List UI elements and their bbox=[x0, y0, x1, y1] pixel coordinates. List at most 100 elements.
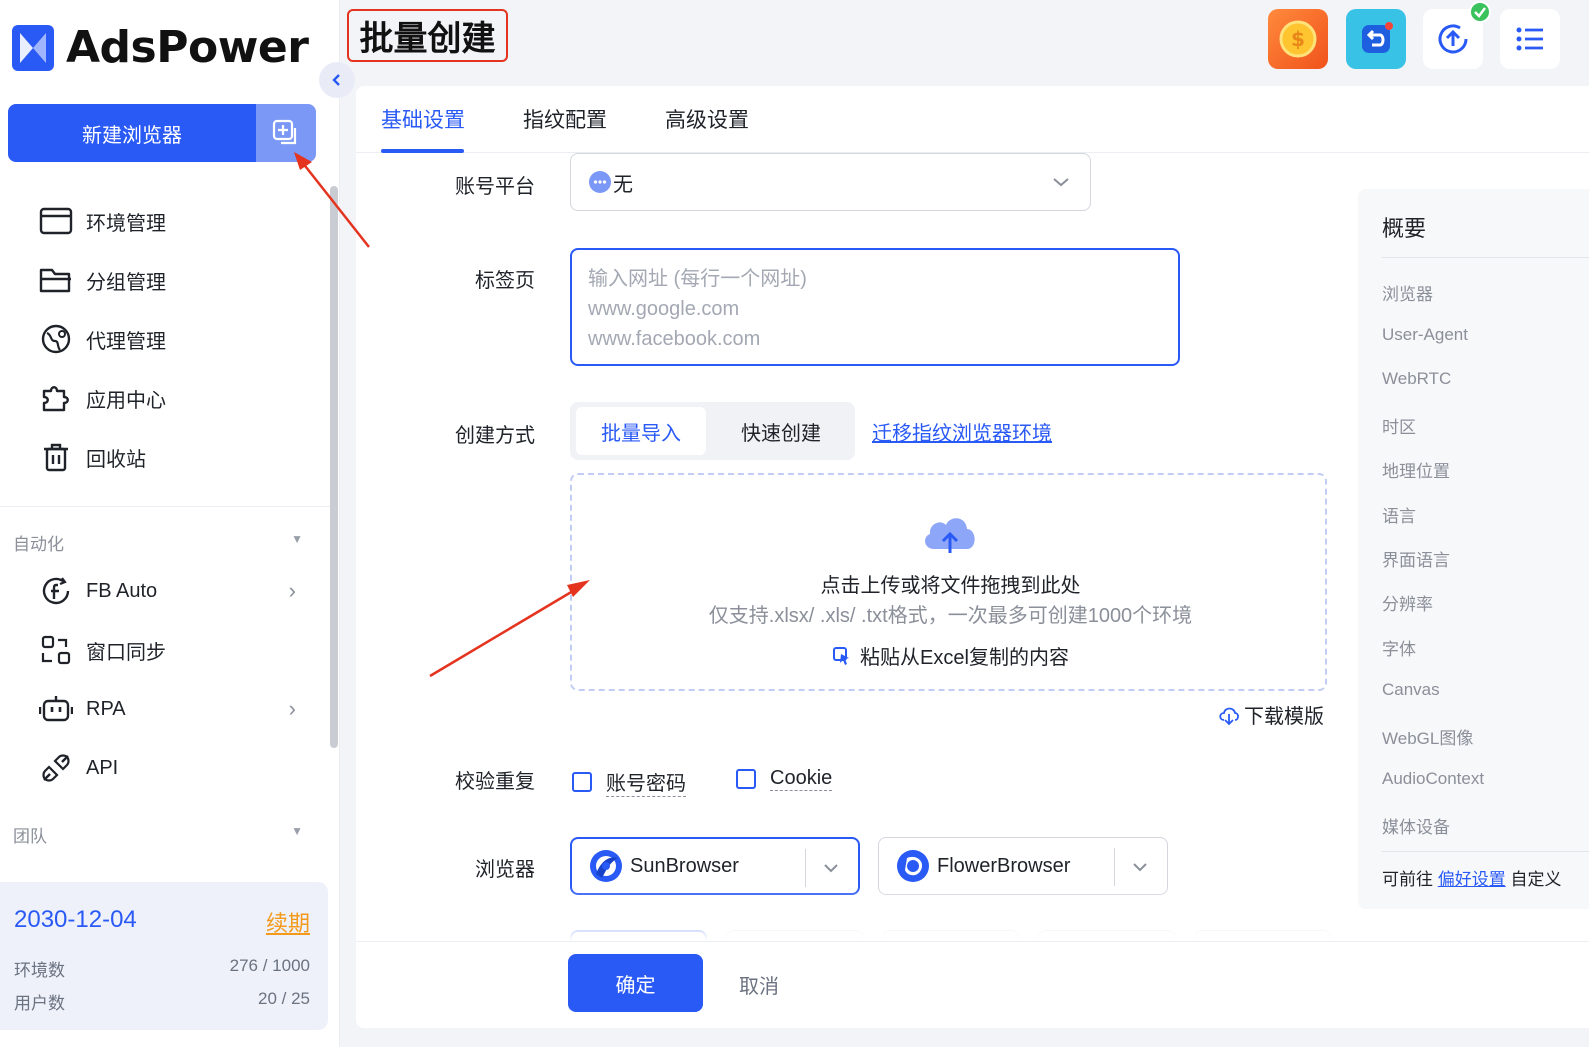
form-footer: 确定 取消 bbox=[356, 941, 1589, 1028]
dedupe-account-checkbox[interactable]: 账号密码 bbox=[572, 767, 686, 797]
chevron-right-icon: › bbox=[288, 578, 296, 603]
sidebar-item-label: 分组管理 bbox=[86, 271, 166, 294]
summary-item: 界面语言 bbox=[1382, 551, 1450, 570]
user-count-value: 20 / 25 bbox=[258, 989, 310, 1008]
team-section-title: 团队 bbox=[13, 827, 47, 846]
flowerbrowser-icon bbox=[897, 850, 929, 882]
plan-expiry-date: 2030-12-04 bbox=[14, 906, 137, 933]
summary-item: Canvas bbox=[1382, 680, 1440, 699]
more-dots-icon bbox=[589, 171, 611, 193]
checkbox-box[interactable] bbox=[736, 769, 756, 789]
rewards-button[interactable]: $ bbox=[1268, 9, 1328, 69]
user-count-label: 用户数 bbox=[14, 994, 65, 1013]
summary-item: 字体 bbox=[1382, 640, 1416, 659]
collapse-sidebar-button[interactable] bbox=[319, 62, 355, 98]
sidebar-item-label: 回收站 bbox=[86, 448, 146, 471]
paste-excel-label: 粘贴从Excel复制的内容 bbox=[860, 647, 1069, 669]
sidebar-scrollbar[interactable] bbox=[330, 186, 338, 748]
summary-item: 媒体设备 bbox=[1382, 818, 1450, 837]
sidebar-divider bbox=[0, 506, 330, 507]
sidebar-item-trash[interactable]: 回收站 bbox=[38, 432, 318, 482]
sidebar-item-api[interactable]: API bbox=[38, 743, 318, 793]
migrate-link[interactable]: 迁移指纹浏览器环境 bbox=[872, 417, 1052, 446]
tabs-label: 标签页 bbox=[475, 270, 535, 292]
upload-dropzone[interactable]: 点击上传或将文件拖拽到此处 仅支持.xlsx/ .xls/ .txt格式，一次最… bbox=[570, 473, 1327, 691]
sync-app-button[interactable] bbox=[1346, 9, 1406, 69]
chevron-down-icon[interactable] bbox=[822, 853, 840, 883]
mode-batch-import[interactable]: 批量导入 bbox=[576, 407, 706, 455]
urls-placeholder-line: www.google.com bbox=[588, 298, 740, 320]
sidebar-item-label: RPA bbox=[86, 697, 126, 720]
upload-format-hint: 仅支持.xlsx/ .xls/ .txt格式，一次最多可创建1000个环境 bbox=[708, 605, 1193, 627]
download-template-link[interactable]: 下载模版 bbox=[1218, 700, 1324, 729]
list-icon bbox=[1516, 27, 1543, 51]
add-copy-icon bbox=[272, 119, 297, 145]
upload-status-button[interactable] bbox=[1423, 1, 1491, 69]
summary-title: 概要 bbox=[1382, 216, 1427, 241]
urls-textarea[interactable]: 输入网址 (每行一个网址) www.google.com www.faceboo… bbox=[570, 248, 1180, 366]
sunbrowser-icon bbox=[590, 850, 622, 882]
sidebar-item-label: API bbox=[86, 756, 119, 779]
sidebar-item-apps[interactable]: 应用中心 bbox=[38, 373, 318, 423]
window-sync-icon bbox=[38, 632, 74, 668]
summary-item: 浏览器 bbox=[1382, 285, 1433, 304]
mode-quick-create[interactable]: 快速创建 bbox=[712, 407, 850, 455]
sidebar-item-label: 代理管理 bbox=[86, 330, 166, 353]
env-count-label: 环境数 bbox=[14, 961, 65, 980]
cancel-button[interactable]: 取消 bbox=[739, 970, 779, 999]
sidebar-item-window-sync[interactable]: 窗口同步 bbox=[38, 625, 318, 675]
check-badge-icon bbox=[1469, 1, 1491, 23]
sidebar: AdsPower 新建浏览器 环境管理 分组管理 代理管理 应用中心 回收站 自… bbox=[0, 0, 340, 1047]
puzzle-icon bbox=[38, 380, 74, 416]
user-count-row: 用户数 20 / 25 bbox=[14, 989, 310, 1014]
task-list-button[interactable] bbox=[1500, 9, 1560, 69]
create-mode-segmented: 批量导入 快速创建 bbox=[570, 402, 855, 460]
paste-excel-button[interactable]: 粘贴从Excel复制的内容 bbox=[572, 641, 1329, 670]
download-template-label: 下载模版 bbox=[1244, 706, 1324, 728]
browser-flower-label: FlowerBrowser bbox=[937, 854, 1071, 877]
summary-item: 语言 bbox=[1382, 507, 1416, 526]
cloud-download-icon bbox=[1219, 707, 1239, 725]
page-title: 批量创建 bbox=[347, 9, 508, 62]
tab-basic[interactable]: 基础设置 bbox=[381, 104, 465, 134]
folder-icon bbox=[38, 262, 74, 298]
cloud-upload-icon bbox=[925, 518, 975, 553]
summary-divider bbox=[1382, 851, 1589, 852]
platform-select[interactable]: 无 bbox=[570, 153, 1091, 211]
new-browser-button[interactable]: 新建浏览器 bbox=[8, 104, 256, 162]
tab-fingerprint[interactable]: 指纹配置 bbox=[523, 104, 607, 134]
caret-down-icon: ▼ bbox=[291, 532, 303, 546]
app-logo[interactable]: AdsPower bbox=[12, 22, 309, 73]
adspower-logo-icon bbox=[12, 24, 54, 71]
paste-icon bbox=[833, 646, 850, 665]
summary-item: WebRTC bbox=[1382, 369, 1452, 388]
tab-advanced[interactable]: 高级设置 bbox=[665, 104, 749, 134]
sidebar-item-label: 应用中心 bbox=[86, 389, 166, 412]
confirm-button[interactable]: 确定 bbox=[568, 954, 703, 1012]
urls-placeholder-line: www.facebook.com bbox=[588, 328, 761, 350]
main-panel: 基础设置 指纹配置 高级设置 账号平台 无 标签页 输入网址 (每行一个网址) … bbox=[356, 86, 1589, 1028]
batch-create-button[interactable] bbox=[256, 104, 316, 162]
preferences-link[interactable]: 偏好设置 bbox=[1438, 870, 1506, 889]
app-name: AdsPower bbox=[66, 22, 309, 73]
dedupe-account-label: 账号密码 bbox=[606, 767, 686, 797]
renew-link[interactable]: 续期 bbox=[266, 906, 310, 938]
summary-item: 时区 bbox=[1382, 418, 1416, 437]
dedupe-cookie-checkbox[interactable]: Cookie bbox=[736, 767, 833, 791]
automation-section-toggle[interactable]: 自动化 ▼ bbox=[13, 530, 303, 555]
sidebar-item-rpa[interactable]: RPA › bbox=[38, 684, 318, 734]
robot-icon bbox=[38, 691, 74, 727]
sidebar-item-proxy[interactable]: 代理管理 bbox=[38, 314, 318, 364]
sidebar-item-group[interactable]: 分组管理 bbox=[38, 255, 318, 305]
sidebar-item-fb-auto[interactable]: FB Auto › bbox=[38, 566, 318, 616]
sidebar-item-label: FB Auto bbox=[86, 579, 158, 602]
summary-foot-prefix: 可前往 bbox=[1382, 870, 1433, 889]
browser-label: 浏览器 bbox=[475, 859, 535, 881]
chevron-down-icon[interactable] bbox=[1131, 852, 1149, 882]
team-section-toggle[interactable]: 团队 ▼ bbox=[13, 822, 303, 847]
platform-value: 无 bbox=[613, 173, 633, 196]
checkbox-box[interactable] bbox=[572, 772, 592, 792]
summary-foot-suffix: 自定义 bbox=[1510, 870, 1562, 889]
sidebar-item-env[interactable]: 环境管理 bbox=[38, 196, 318, 246]
upload-cycle-icon bbox=[1438, 24, 1468, 54]
